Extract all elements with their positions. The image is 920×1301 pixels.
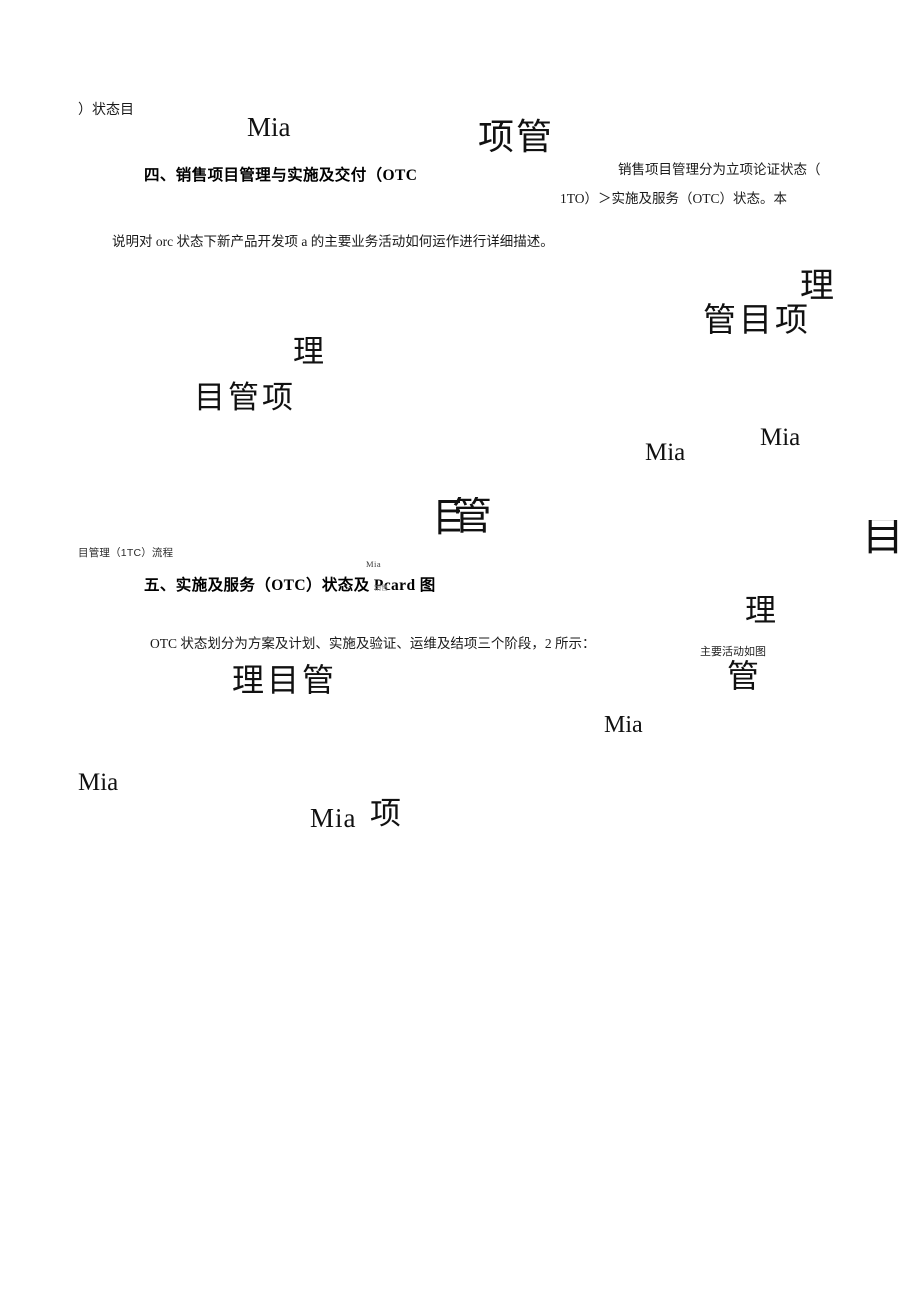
side-note-main-activities: 主要活动如图 [700,646,766,658]
heading-5-overlap-faint-text: 销售 [374,585,389,592]
heading-5-overlap-mia: Mia [366,559,382,569]
watermark-fragment-mia-4: Mia [604,712,643,738]
watermark-fragment-mia-6: Mia [310,803,357,833]
watermark-fragment-mia-2: Mia [645,439,686,466]
paragraph-1-line-2: 1TO）＞实施及服务（OTC）状态。本 [560,191,788,206]
watermark-fragment-li-1: 理 [800,268,834,305]
paragraph-2: OTC 状态划分为方案及计划、实施及验证、运维及结项三个阶段，2 所示： [150,636,596,651]
watermark-fragment-xiang-2: 项 [370,796,401,831]
document-page: Mia 项管 理 管目项 理 目管项 Mia Mia 目 管 目 理 管 理目管… [0,0,920,1301]
watermark-fragment-li-2: 理 [293,334,324,369]
watermark-fragment-xiangguan: 项管 [478,117,555,157]
section-heading-4: 四、销售项目管理与实施及交付（OTC [144,167,418,184]
watermark-fragment-muguanxiang: 目管项 [194,380,296,415]
top-fragment-line: ）状态目 [78,103,134,118]
watermark-fragment-mia-1: Mia [247,112,291,142]
figure-caption-1: 目管理（1TC）流程 [78,547,174,559]
paragraph-1-line-3: 说明对 orc 状态下新产品开发项 a 的主要业务活动如何运作进行详细描述。 [112,234,554,249]
watermark-fragment-guan-clipped: 管 [452,497,492,538]
watermark-fragment-guan-2: 管 [727,658,760,694]
paragraph-1-line-1: 销售项目管理分为立项论证状态（ [618,162,821,177]
watermark-fragment-mia-5: Mia [78,769,119,796]
watermark-fragment-guanmuxiang-1: 管目项 [703,303,811,339]
watermark-fragment-mia-3: Mia [760,424,801,451]
watermark-fragment-li-3: 理 [745,593,776,628]
section-heading-5: 五、实施及服务（OTC）状态及 Pcard 图 [144,577,436,594]
watermark-fragment-limuguan: 理目管 [232,662,338,698]
watermark-fragment-mu-right-edge: 目 [862,520,905,554]
